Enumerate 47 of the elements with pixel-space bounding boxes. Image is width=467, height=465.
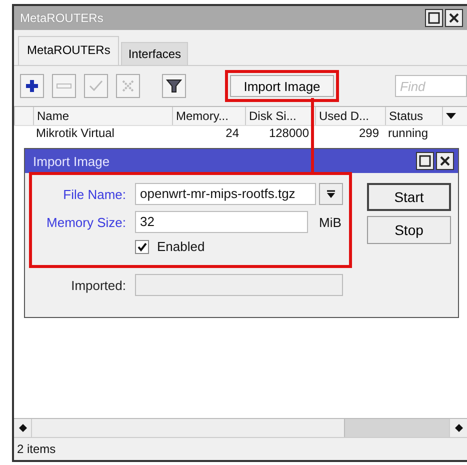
column-header[interactable]: Used D... <box>319 109 370 123</box>
unit-label: MiB <box>319 214 342 230</box>
maximize-button[interactable] <box>425 9 443 27</box>
plus-icon <box>24 78 40 94</box>
tab[interactable]: MetaROUTERs <box>18 36 120 65</box>
field-label: Imported: <box>70 278 126 292</box>
table-cell-text: Mikrotik Virtual <box>35 126 116 140</box>
field-label: Memory Size: <box>46 214 126 230</box>
table-cell-text: 128000 <box>268 126 310 140</box>
dropdown-button[interactable] <box>319 183 343 205</box>
column-header[interactable]: Disk Si... <box>249 109 296 123</box>
column-header[interactable]: Name <box>37 109 70 123</box>
cross-icon <box>120 78 136 94</box>
close-button[interactable] <box>436 152 454 170</box>
scroll-right-icon[interactable] <box>454 424 462 432</box>
window-title: MetaROUTERs <box>20 11 104 25</box>
stop-button[interactable]: Stop <box>367 216 451 244</box>
column-header[interactable]: Status <box>389 109 424 123</box>
dialog-title: Import Image <box>33 154 111 168</box>
search-field[interactable]: Find <box>395 75 467 97</box>
column-header[interactable]: Memory... <box>176 109 228 123</box>
field-label: File Name: <box>62 186 126 202</box>
start-button[interactable]: Start <box>367 183 451 211</box>
checkmark-icon <box>88 78 104 94</box>
add-button[interactable] <box>20 74 44 98</box>
status-text: 2 items <box>17 442 56 456</box>
filter-icon <box>166 78 182 94</box>
caret-icon <box>446 113 456 119</box>
filter-button[interactable] <box>162 74 186 98</box>
maximize-icon <box>428 12 440 24</box>
horizontal-scrollbar[interactable] <box>14 418 467 437</box>
import-image-button[interactable]: Import Image <box>230 75 334 97</box>
maximize-button[interactable] <box>416 152 434 170</box>
checkbox-label: Enabled <box>157 239 205 254</box>
maximize-icon <box>419 155 431 167</box>
close-button[interactable] <box>445 9 463 27</box>
enabled-checkbox[interactable] <box>135 240 149 254</box>
file-name-field[interactable]: openwrt-mr-mips-rootfs.tgz <box>135 183 316 205</box>
dropdown-icon <box>326 190 336 198</box>
table-cell-text: 299 <box>358 126 380 140</box>
close-icon <box>448 12 460 24</box>
close-icon <box>439 155 451 167</box>
scroll-left-icon[interactable] <box>18 424 26 432</box>
tab[interactable]: Interfaces <box>121 42 188 65</box>
table-cell-text: 24 <box>224 126 240 140</box>
table-cell-text: running <box>387 126 430 140</box>
memory-size-field[interactable]: 32 <box>135 211 308 233</box>
